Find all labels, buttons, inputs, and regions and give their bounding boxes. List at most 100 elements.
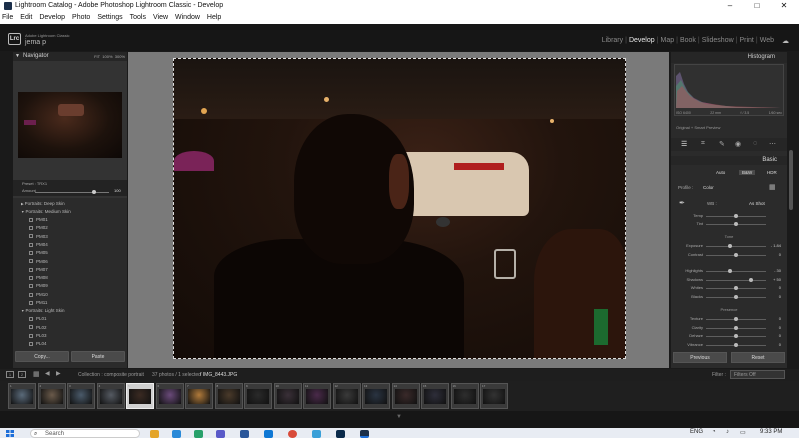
menu-file[interactable]: File bbox=[2, 14, 13, 21]
slider-knob[interactable] bbox=[734, 294, 738, 299]
collapse-bottom-icon[interactable]: ▼ bbox=[396, 414, 402, 420]
filmstrip-thumbnail[interactable]: 15 bbox=[421, 383, 449, 409]
zoom-300[interactable]: 300% bbox=[115, 54, 125, 59]
volume-icon[interactable]: ♪ bbox=[726, 429, 729, 435]
menu-help[interactable]: Help bbox=[207, 14, 221, 21]
slider-value[interactable]: 0 bbox=[779, 342, 781, 347]
preset-group[interactable]: ▶ Portraits: Deep Skin bbox=[21, 200, 65, 208]
cloud-icon[interactable]: ☁ bbox=[780, 37, 791, 45]
slider-knob[interactable] bbox=[734, 252, 738, 257]
slider-knob[interactable] bbox=[728, 269, 732, 273]
slider-knob[interactable] bbox=[734, 214, 738, 218]
filmstrip-thumbnail[interactable]: 9 bbox=[244, 383, 272, 409]
teams-icon[interactable] bbox=[216, 430, 225, 438]
wifi-icon[interactable]: ◔ bbox=[712, 429, 716, 435]
filmstrip-thumbnail[interactable]: 6 bbox=[155, 383, 184, 409]
slider-track[interactable] bbox=[706, 279, 766, 281]
slider-knob[interactable] bbox=[734, 222, 738, 226]
reset-button[interactable]: Reset bbox=[731, 352, 785, 363]
menu-develop[interactable]: Develop bbox=[39, 14, 65, 21]
windows-start-icon[interactable] bbox=[6, 430, 14, 437]
taskbar-search[interactable]: ⌕ Search bbox=[30, 429, 140, 438]
amount-value[interactable]: 100 bbox=[114, 188, 121, 193]
clock[interactable]: 9:33 PM bbox=[760, 429, 782, 435]
slider-knob[interactable] bbox=[728, 244, 732, 248]
module-print[interactable]: Print bbox=[737, 37, 755, 45]
filmstrip-thumbnail[interactable]: 7 bbox=[185, 383, 213, 409]
slider-knob[interactable] bbox=[734, 334, 738, 338]
filmstrip-thumbnail[interactable]: 12 bbox=[332, 383, 361, 409]
file-explorer-icon[interactable] bbox=[150, 430, 159, 438]
right-panel-scrollbar[interactable] bbox=[789, 150, 793, 210]
slider-knob[interactable] bbox=[749, 277, 753, 282]
module-slideshow[interactable]: Slideshow bbox=[700, 37, 736, 45]
menu-view[interactable]: View bbox=[153, 14, 168, 21]
preset-item[interactable]: PM05 bbox=[29, 249, 48, 257]
filmstrip-thumbnail[interactable]: 5 bbox=[126, 383, 154, 409]
preset-item[interactable]: PM03 bbox=[29, 233, 48, 241]
zoom-100[interactable]: 100% bbox=[102, 54, 112, 59]
paste-button[interactable]: Paste bbox=[71, 351, 125, 362]
preset-item[interactable]: PL02 bbox=[29, 324, 47, 332]
preset-item[interactable]: PL01 bbox=[29, 315, 47, 323]
slider-knob[interactable] bbox=[734, 325, 738, 330]
filmstrip-thumbnail[interactable]: 3 bbox=[67, 383, 95, 409]
slider-value[interactable]: 0 bbox=[779, 333, 781, 338]
slider-value[interactable]: 0 bbox=[779, 325, 781, 330]
page-2-button[interactable]: 2 bbox=[18, 371, 26, 378]
slider-value[interactable]: - 1.84 bbox=[771, 243, 781, 248]
main-image-area[interactable] bbox=[128, 52, 669, 368]
lightroom-taskbar-icon[interactable] bbox=[360, 430, 369, 438]
slider-knob[interactable] bbox=[734, 317, 738, 321]
current-filename[interactable]: / IMG_8443.JPG bbox=[200, 372, 237, 378]
preset-item[interactable]: PM06 bbox=[29, 258, 48, 266]
preset-item[interactable]: PL03 bbox=[29, 332, 47, 340]
filmstrip-thumbnail[interactable]: 13 bbox=[362, 383, 390, 409]
filter-dropdown[interactable]: Filters Off bbox=[730, 370, 785, 379]
grid-view-icon[interactable]: ▦ bbox=[33, 370, 40, 378]
mail-icon[interactable] bbox=[264, 430, 273, 438]
module-book[interactable]: Book bbox=[678, 37, 698, 45]
maximize-button[interactable]: □ bbox=[746, 0, 768, 12]
filmstrip-thumbnail[interactable]: 1 bbox=[8, 383, 36, 409]
word-icon[interactable] bbox=[240, 430, 249, 438]
chrome-icon[interactable] bbox=[288, 430, 297, 438]
menu-settings[interactable]: Settings bbox=[97, 14, 122, 21]
slider-track[interactable] bbox=[706, 271, 766, 272]
filmstrip-thumbnail[interactable]: 14 bbox=[391, 383, 420, 409]
previous-button[interactable]: Previous bbox=[673, 352, 727, 363]
copy-button[interactable]: Copy... bbox=[15, 351, 69, 362]
menu-window[interactable]: Window bbox=[175, 14, 200, 21]
slider-track[interactable] bbox=[706, 246, 766, 247]
module-library[interactable]: Library bbox=[600, 37, 625, 45]
app-icon[interactable] bbox=[312, 430, 321, 438]
preset-item[interactable]: PM04 bbox=[29, 241, 48, 249]
navigator-thumbnail[interactable] bbox=[18, 92, 122, 158]
filmstrip-thumbnail[interactable]: 8 bbox=[214, 383, 243, 409]
battery-icon[interactable]: ▭ bbox=[740, 429, 746, 436]
amount-slider-track[interactable] bbox=[35, 192, 109, 193]
main-photo[interactable] bbox=[173, 58, 626, 359]
preset-item[interactable]: PM09 bbox=[29, 282, 48, 290]
preset-item[interactable]: PM08 bbox=[29, 274, 48, 282]
slider-value[interactable]: 0 bbox=[779, 316, 781, 321]
filmstrip-thumbnail[interactable]: 2 bbox=[37, 383, 66, 409]
slider-value[interactable]: - 30 bbox=[774, 268, 781, 273]
filmstrip-thumbnail[interactable]: 17 bbox=[480, 383, 508, 409]
preset-item[interactable]: PM01 bbox=[29, 216, 48, 224]
preset-group[interactable]: ▼ Portraits: Light Skin bbox=[21, 307, 64, 315]
app-icon[interactable] bbox=[194, 430, 203, 438]
preset-item[interactable]: PM02 bbox=[29, 224, 48, 232]
language-indicator[interactable]: ENG bbox=[690, 429, 703, 435]
zoom-fit[interactable]: FIT bbox=[94, 54, 100, 59]
menu-tools[interactable]: Tools bbox=[130, 14, 146, 21]
page-1-button[interactable]: 1 bbox=[6, 371, 14, 378]
menu-edit[interactable]: Edit bbox=[20, 14, 32, 21]
amount-slider-knob[interactable] bbox=[92, 190, 97, 194]
slider-value[interactable]: + 50 bbox=[773, 277, 781, 282]
module-web[interactable]: Web bbox=[758, 37, 776, 45]
preset-item[interactable]: PL04 bbox=[29, 340, 47, 348]
edge-browser-icon[interactable] bbox=[172, 430, 181, 438]
preset-group[interactable]: ▼ Portraits: Medium Skin bbox=[21, 208, 71, 216]
collection-path[interactable]: Collection : composite portrait bbox=[78, 372, 144, 378]
